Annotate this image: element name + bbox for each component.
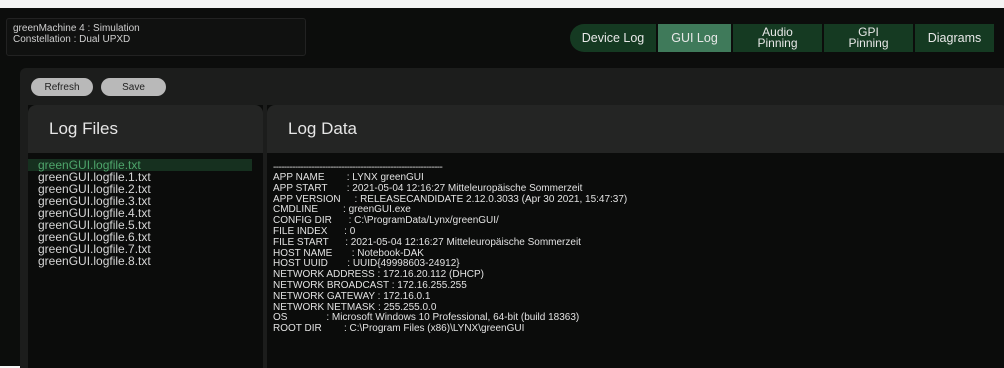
tab-gpi-pinning[interactable]: GPI Pinning (824, 24, 915, 52)
log-entry-key: APP START (273, 182, 347, 194)
tab-audio-pinning[interactable]: Audio Pinning (733, 24, 824, 52)
log-entry-key: NETWORK GATEWAY (273, 290, 378, 302)
app-window: greenMachine 4 : Simulation Constellatio… (0, 8, 1004, 368)
log-file-list: greenGUI.logfile.txt greenGUI.logfile.1.t… (28, 153, 263, 267)
log-data-title: Log Data (288, 119, 357, 138)
refresh-button[interactable]: Refresh (31, 78, 93, 96)
log-entry-value: : 172.16.0.1 (377, 290, 431, 302)
log-entry-key: FILE START (273, 236, 346, 248)
log-data-header: Log Data (267, 105, 1004, 153)
device-name: greenMachine 4 : Simulation (13, 23, 140, 34)
log-entry-value: : 2021-05-04 12:16:27 Mitteleuropäische … (346, 182, 583, 194)
log-files-panel: Log Files greenGUI.logfile.txt greenGUI.l… (28, 105, 263, 368)
log-files-title: Log Files (49, 119, 118, 138)
log-entry-row: CONFIG DIR : C:\ProgramData/Lynx/greenGU… (273, 215, 1004, 227)
log-data-content: ----------------------------------------… (267, 153, 1004, 335)
log-entry-row: NETWORK GATEWAY : 172.16.0.1 (273, 290, 1004, 303)
log-entry-row: FILE START : 2021-05-04 12:16:27 Mittele… (273, 236, 1004, 249)
log-entry-key: ROOT DIR (273, 323, 344, 335)
device-info-box: greenMachine 4 : Simulation Constellatio… (6, 18, 306, 56)
log-data-panel: Log Data -------------------------------… (267, 105, 1004, 368)
log-entry-row: ROOT DIR : C:\Program Files (x86)\LYNX\g… (273, 323, 1004, 335)
tab-bar: Device Log GUI Log Audio Pinning GPI Pin… (570, 24, 994, 52)
log-entry-value: : 2021-05-04 12:16:27 Mitteleuropäische … (345, 236, 581, 248)
tab-device-log[interactable]: Device Log (570, 24, 658, 52)
log-file-item[interactable]: greenGUI.logfile.8.txt (28, 255, 263, 267)
tab-diagrams[interactable]: Diagrams (915, 24, 994, 52)
log-files-header: Log Files (28, 105, 263, 153)
log-entry-value: : C:\Program Files (x86)\LYNX\greenGUI (343, 323, 525, 335)
log-entry-value: : C:\ProgramData/Lynx/greenGUI/ (348, 215, 499, 227)
tab-gui-log[interactable]: GUI Log (658, 24, 733, 52)
save-button[interactable]: Save (101, 78, 166, 96)
log-entry-row: APP START : 2021-05-04 12:16:27 Mitteleu… (273, 182, 1004, 195)
main-panel: Refresh Save Log Files greenGUI.logfile.… (20, 68, 1004, 368)
constellation-label: Constellation : Dual UPXD (13, 34, 131, 45)
